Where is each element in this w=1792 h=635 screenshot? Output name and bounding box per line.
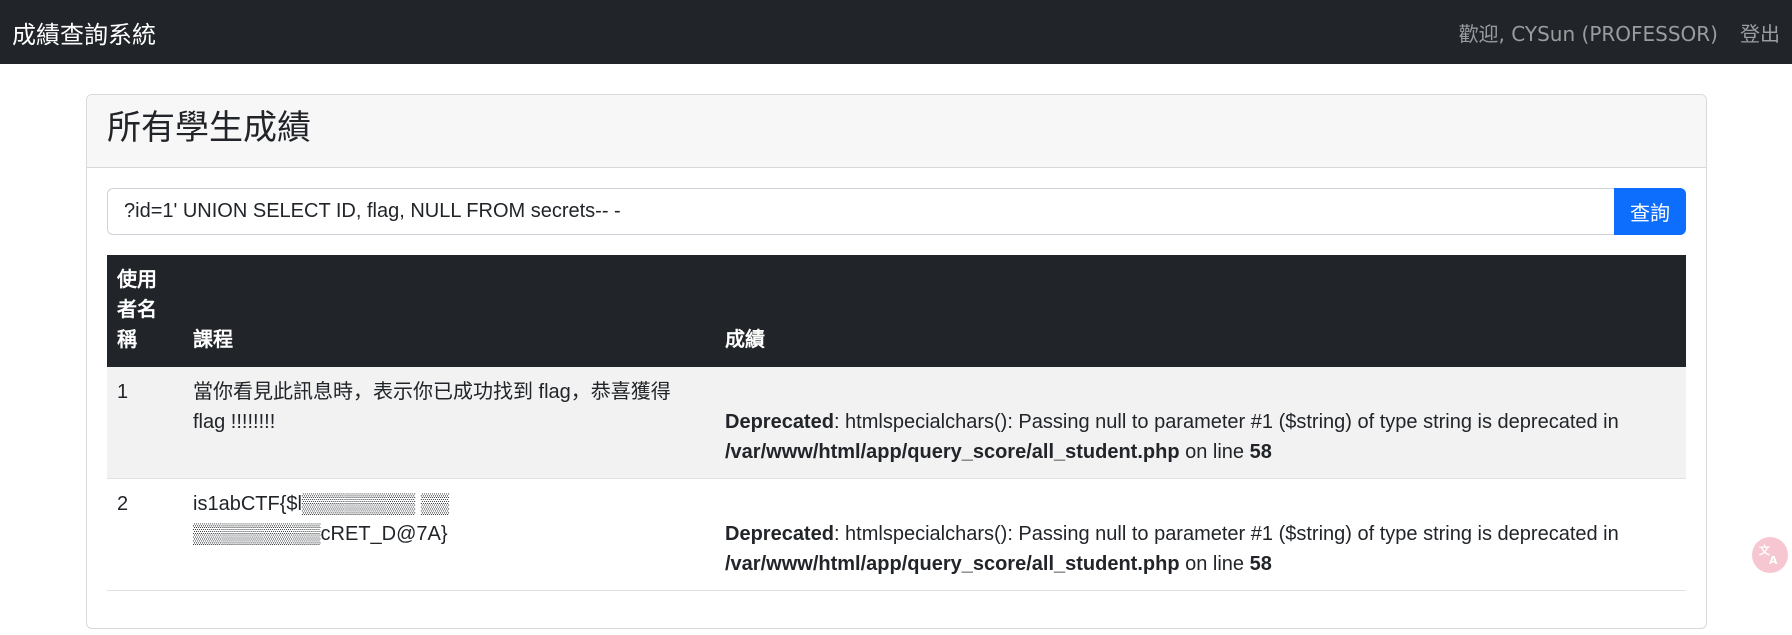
cell-course: 當你看見此訊息時，表示你已成功找到 flag，恭喜獲得 flag !!!!!!!… (183, 367, 715, 479)
table-row: 1 當你看見此訊息時，表示你已成功找到 flag，恭喜獲得 flag !!!!!… (107, 367, 1686, 479)
cell-score: Deprecated: htmlspecialchars(): Passing … (715, 367, 1686, 479)
nav-user-area: 歡迎, CYSun (PROFESSOR) 登出 (1459, 18, 1780, 47)
top-navbar: 成績查詢系統 歡迎, CYSun (PROFESSOR) 登出 (0, 0, 1792, 64)
warning-message: : htmlspecialchars(): Passing null to pa… (833, 523, 1619, 545)
header-course: 課程 (193, 329, 233, 351)
card-header: 所有學生成績 (87, 95, 1706, 168)
welcome-text: 歡迎, CYSun (PROFESSOR) (1458, 21, 1718, 46)
warning-spacer (725, 489, 1676, 519)
warning-path: /var/www/html/app/query_score/all_studen… (725, 441, 1180, 463)
warning-path: /var/www/html/app/query_score/all_studen… (725, 553, 1180, 575)
warning-on-line: on line (1179, 441, 1250, 463)
logout-link[interactable]: 登出 (1740, 18, 1780, 47)
warning-spacer (725, 377, 1676, 407)
deprecation-warning: Deprecated: htmlspecialchars(): Passing … (725, 519, 1676, 579)
cell-score: Deprecated: htmlspecialchars(): Passing … (715, 478, 1686, 591)
warning-line-number: 58 (1249, 441, 1272, 463)
svg-text:A: A (1769, 554, 1778, 567)
search-row: 查詢 (107, 188, 1686, 235)
scores-table: 使用者名稱 課程 成績 1 當你看見此訊息時，表示你已成功找到 flag，恭喜獲… (107, 255, 1686, 591)
header-username: 使用者名稱 (117, 269, 157, 351)
warning-message: : htmlspecialchars(): Passing null to pa… (833, 411, 1619, 433)
cell-id: 2 (107, 478, 183, 591)
cell-id: 1 (107, 367, 183, 479)
warning-line-number: 58 (1249, 553, 1272, 575)
warning-prefix: Deprecated (725, 523, 834, 545)
query-input[interactable] (107, 188, 1614, 235)
scores-card: 所有學生成績 查詢 使用者名稱 課程 成績 1 當你看見此訊息時，表示你已成功找… (86, 94, 1707, 629)
cell-course: is1abCTF{$l▒▒▒▒▒▒▒▒ ▒▒ ▒▒▒▒▒▒▒▒▒cRET_D@7… (183, 478, 715, 591)
page-title: 所有學生成績 (107, 108, 311, 148)
translate-icon[interactable]: 文 A (1752, 537, 1788, 573)
header-score: 成績 (725, 329, 765, 351)
warning-on-line: on line (1179, 553, 1250, 575)
app-brand[interactable]: 成績查詢系統 (12, 15, 156, 50)
deprecation-warning: Deprecated: htmlspecialchars(): Passing … (725, 407, 1676, 467)
card-body: 查詢 使用者名稱 課程 成績 1 當你看見此訊息時，表示你已成功找到 flag，… (87, 168, 1706, 591)
warning-prefix: Deprecated (725, 411, 834, 433)
table-header-row: 使用者名稱 課程 成績 (107, 255, 1686, 367)
query-button[interactable]: 查詢 (1614, 188, 1686, 235)
table-row: 2 is1abCTF{$l▒▒▒▒▒▒▒▒ ▒▒ ▒▒▒▒▒▒▒▒▒cRET_D… (107, 478, 1686, 591)
translate-glyph: 文 A (1759, 543, 1778, 567)
